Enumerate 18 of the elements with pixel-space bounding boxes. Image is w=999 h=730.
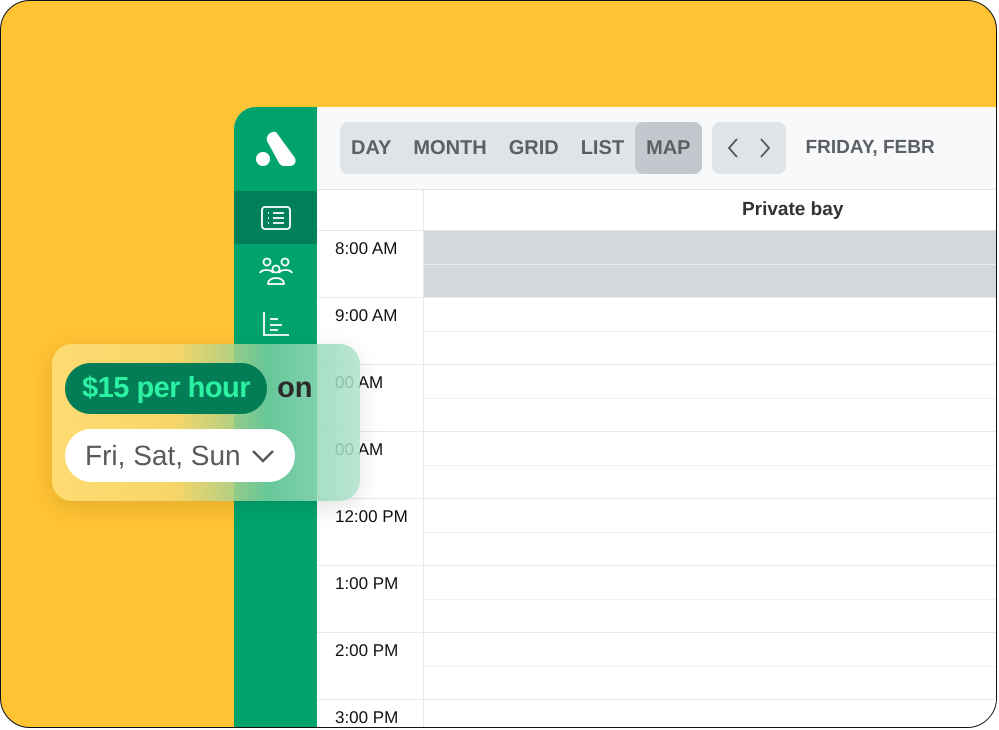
chart-icon xyxy=(262,310,290,336)
booked-slot[interactable] xyxy=(424,231,996,298)
sidebar-item[interactable] xyxy=(234,191,317,244)
chevron-left-icon xyxy=(726,137,740,159)
people-icon xyxy=(258,256,292,284)
price-pill: $15 per hour xyxy=(65,363,268,414)
logo-icon xyxy=(254,131,296,167)
view-tab[interactable]: GRID xyxy=(498,122,570,174)
date-label: FRIDAY, FEBR xyxy=(806,137,935,159)
chevron-down-icon xyxy=(250,448,275,462)
view-tab[interactable]: DAY xyxy=(340,122,402,174)
days-dropdown[interactable]: Fri, Sat, Sun xyxy=(65,429,295,482)
chevron-right-icon xyxy=(758,137,772,159)
view-tab[interactable]: MONTH xyxy=(402,122,498,174)
view-tab[interactable]: LIST xyxy=(570,122,636,174)
promo-text: on xyxy=(277,372,312,405)
list-icon xyxy=(260,206,290,230)
view-tab[interactable]: MAP xyxy=(635,122,702,174)
